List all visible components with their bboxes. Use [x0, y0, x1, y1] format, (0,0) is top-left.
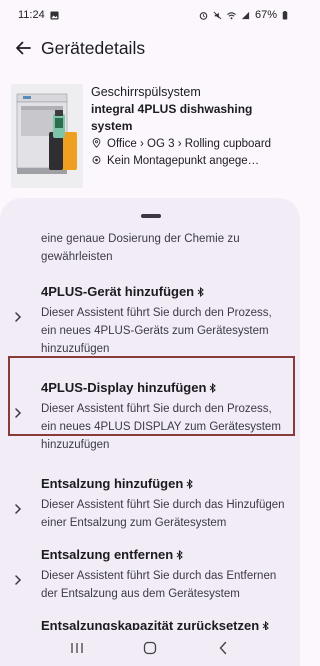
- chevron-right-icon: [15, 408, 22, 418]
- signal-icon: [241, 11, 250, 19]
- page-title: Gerätedetails: [41, 37, 146, 58]
- bluetooth-icon: [210, 383, 217, 393]
- device-location-row: Office › OG 3 › Rolling cupboard: [91, 136, 296, 152]
- alarm-icon: [199, 11, 208, 20]
- mute-icon: [213, 11, 222, 19]
- location-pin-icon: [92, 138, 101, 148]
- chevron-right-icon: [15, 312, 22, 322]
- device-mounting: Kein Montagepunkt angege…: [107, 155, 260, 167]
- dishwasher-image: [11, 84, 83, 188]
- status-bar: 11:24 67%: [0, 0, 300, 30]
- device-name: Geschirrspülsystem: [91, 85, 201, 99]
- battery-icon: [282, 10, 288, 20]
- device-model: integral 4PLUS dishwashing system: [91, 102, 253, 133]
- bluetooth-icon: [176, 550, 183, 560]
- device-mounting-row: Kein Montagepunkt angege…: [91, 153, 296, 169]
- drag-handle[interactable]: [141, 214, 161, 218]
- back-icon: [219, 641, 227, 655]
- assistant-item-4plus-display[interactable]: 4PLUS-Display hinzufügen Dieser Assisten…: [0, 379, 300, 454]
- device-location: Office › OG 3 › Rolling cupboard: [107, 138, 272, 150]
- battery-level: 67%: [254, 9, 277, 21]
- assistant-item-remove-softener[interactable]: Entsalzung entfernen Dieser Assistent fü…: [0, 546, 300, 603]
- assistant-list: eine genaue Dosierung der Chemie zu gewä…: [0, 230, 300, 630]
- nav-back-button[interactable]: [211, 636, 235, 660]
- assistant-item-title: Entsalzungskapazität zurücksetzen: [41, 617, 290, 630]
- home-button[interactable]: [138, 636, 162, 660]
- assistant-item-add-softener[interactable]: Entsalzung hinzufügen Dieser Assistent f…: [0, 475, 300, 532]
- back-arrow-icon: [16, 41, 31, 55]
- assistant-item-desc: Dieser Assistent führt Sie durch das Hin…: [41, 499, 285, 529]
- system-nav-bar: [0, 630, 300, 666]
- assistant-item-reset-capacity[interactable]: Entsalzungskapazität zurücksetzen: [0, 617, 300, 630]
- app-bar: Gerätedetails: [0, 30, 300, 66]
- assistant-item-desc: Dieser Assistent führt Sie durch das Ent…: [41, 570, 277, 600]
- chevron-right-icon: [15, 575, 22, 585]
- device-image: [11, 84, 83, 188]
- bluetooth-icon: [197, 287, 204, 297]
- status-time: 11:24: [18, 9, 45, 21]
- recent-apps-icon: [71, 643, 83, 653]
- assistant-item-title: 4PLUS-Display hinzufügen: [41, 379, 290, 397]
- partial-description: eine genaue Dosierung der Chemie zu gewä…: [41, 233, 240, 263]
- assistant-item-4plus-device[interactable]: 4PLUS-Gerät hinzufügen Dieser Assistent …: [0, 283, 300, 358]
- assistant-item-title: Entsalzung hinzufügen: [41, 475, 290, 493]
- wifi-icon: [227, 11, 236, 19]
- home-icon: [143, 641, 157, 655]
- assistant-item-desc: Dieser Assistent führt Sie durch den Pro…: [41, 307, 272, 355]
- assistant-item-title: Entsalzung entfernen: [41, 546, 290, 564]
- chevron-right-icon: [15, 504, 22, 514]
- assistant-sheet: eine genaue Dosierung der Chemie zu gewä…: [0, 198, 300, 630]
- image-icon: [50, 10, 59, 20]
- back-button[interactable]: [10, 35, 36, 61]
- assistant-item-desc: Dieser Assistent führt Sie durch den Pro…: [41, 403, 281, 451]
- bluetooth-icon: [262, 621, 269, 630]
- bluetooth-icon: [186, 479, 194, 489]
- device-card: Geschirrspülsystem integral 4PLUS dishwa…: [0, 78, 300, 193]
- recent-apps-button[interactable]: [65, 636, 89, 660]
- target-icon: [92, 156, 101, 164]
- assistant-item-title: 4PLUS-Gerät hinzufügen: [41, 283, 290, 301]
